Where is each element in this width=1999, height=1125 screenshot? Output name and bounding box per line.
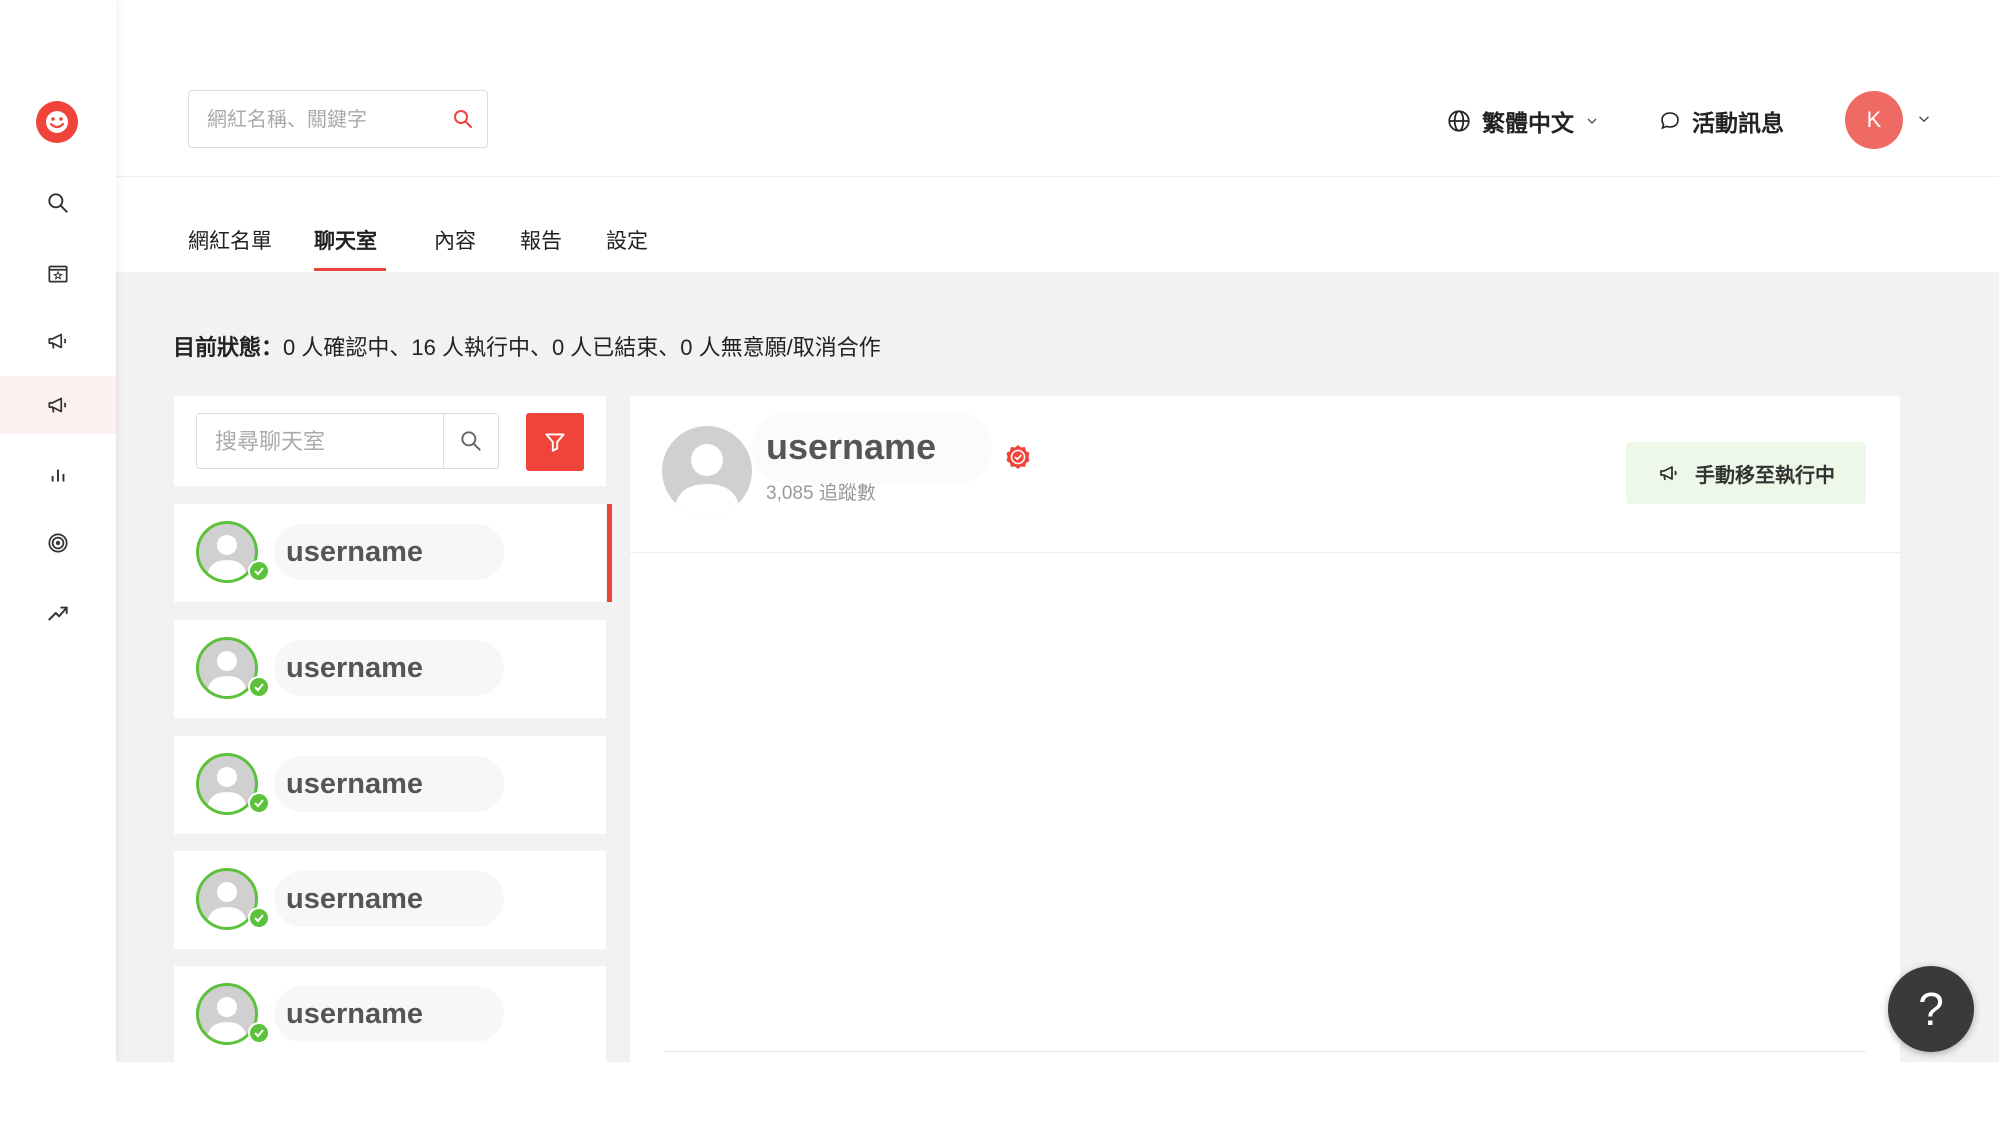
- chat-username: username: [274, 524, 504, 580]
- follower-count: 3,085 追蹤數: [766, 483, 876, 504]
- sidebar-item-analytics[interactable]: [0, 446, 116, 504]
- sidebar-item-trend[interactable]: [0, 584, 116, 642]
- chevron-down-icon: [1587, 118, 1597, 124]
- chat-search-bar: [174, 396, 606, 486]
- search-icon: [48, 193, 68, 213]
- sidebar-item-campaigns[interactable]: [0, 312, 116, 370]
- chat-username: username: [274, 640, 504, 696]
- language-selector[interactable]: 繁體中文: [1446, 104, 1600, 138]
- megaphone-icon: [1660, 466, 1677, 481]
- sidebar: [0, 0, 116, 1062]
- tab-influencer-list[interactable]: 網紅名單: [188, 225, 272, 255]
- bottom-margin: [0, 1062, 1999, 1125]
- tab-report[interactable]: 報告: [520, 225, 562, 255]
- avatar: [662, 426, 752, 516]
- influencer-name: username: [766, 426, 937, 467]
- verified-check-icon: [248, 1022, 270, 1044]
- chat-list-item[interactable]: username: [174, 851, 606, 949]
- active-tab-indicator: [314, 268, 386, 271]
- bar-chart-icon: [51, 469, 65, 482]
- chat-detail-header: username 3,085 追蹤數 手動移至執行中: [630, 396, 1900, 553]
- status-text: 0 人確認中、16 人執行中、0 人已結束、0 人無意願/取消合作: [283, 335, 881, 360]
- chat-list-item[interactable]: username: [174, 966, 606, 1062]
- verified-check-icon: [248, 792, 270, 814]
- help-button[interactable]: ?: [1888, 966, 1974, 1052]
- status-label: 目前狀態：: [173, 335, 284, 360]
- user-placeholder-icon: [674, 444, 740, 516]
- status-summary: 目前狀態：0 人確認中、16 人執行中、0 人已結束、0 人無意願/取消合作: [173, 330, 881, 362]
- user-avatar[interactable]: K: [1845, 91, 1903, 149]
- logo-icon[interactable]: [36, 101, 78, 143]
- user-placeholder-icon: [207, 535, 247, 580]
- user-placeholder-icon: [207, 997, 247, 1042]
- chevron-down-icon[interactable]: [1915, 110, 1933, 128]
- chat-list-item[interactable]: username: [174, 504, 612, 602]
- sidebar-item-search[interactable]: [0, 174, 116, 232]
- user-placeholder-icon: [207, 767, 247, 812]
- move-to-active-button[interactable]: 手動移至執行中: [1626, 442, 1866, 504]
- chat-detail-panel: username 3,085 追蹤數 手動移至執行中: [630, 396, 1900, 1062]
- tab-chatroom[interactable]: 聊天室: [314, 225, 377, 255]
- chat-list-item[interactable]: username: [174, 620, 606, 718]
- target-icon: [48, 533, 68, 553]
- sidebar-item-target[interactable]: [0, 514, 116, 572]
- chat-search-input[interactable]: [213, 414, 437, 470]
- main-content: 目前狀態：0 人確認中、16 人執行中、0 人已結束、0 人無意願/取消合作 搜…: [116, 272, 1999, 1062]
- move-to-active-label: 手動移至執行中: [1695, 464, 1835, 487]
- verified-check-icon: [248, 676, 270, 698]
- activity-messages-button[interactable]: 活動訊息: [1658, 104, 1784, 138]
- user-placeholder-icon: [207, 651, 247, 696]
- tab-settings[interactable]: 設定: [606, 225, 648, 255]
- verified-badge-icon: [1006, 445, 1030, 469]
- filter-icon: [545, 433, 565, 452]
- divider: [664, 1051, 1866, 1052]
- global-search[interactable]: [188, 90, 488, 149]
- chat-bubble-icon: [1661, 112, 1679, 130]
- tab-bar: 網紅名單 聊天室 內容 報告 設定: [116, 177, 1999, 272]
- filter-button[interactable]: [526, 413, 584, 471]
- sidebar-item-campaigns-active[interactable]: [0, 376, 116, 434]
- sidebar-item-store[interactable]: [0, 244, 116, 302]
- megaphone-icon: [48, 333, 67, 349]
- chat-list-item[interactable]: username: [174, 736, 606, 834]
- search-icon: [461, 431, 481, 451]
- chat-username: username: [274, 756, 504, 812]
- chat-username: username: [274, 871, 504, 927]
- app-window: 繁體中文 活動訊息 K 網紅名單 聊天室 內容 報告 設定 目前狀態：0 人確認…: [0, 0, 1999, 1062]
- global-search-input[interactable]: [205, 91, 439, 149]
- chat-username: username: [274, 986, 504, 1042]
- chat-search-field[interactable]: [196, 413, 444, 470]
- verified-check-icon: [248, 560, 270, 582]
- store-star-icon: [48, 265, 68, 283]
- language-label: 繁體中文: [1482, 110, 1574, 136]
- tab-content[interactable]: 內容: [434, 225, 476, 255]
- trend-up-icon: [48, 606, 68, 621]
- globe-icon: [1448, 110, 1470, 132]
- verified-check-icon: [248, 907, 270, 929]
- search-icon[interactable]: [451, 107, 475, 131]
- top-header: 繁體中文 活動訊息 K: [116, 60, 1999, 177]
- activity-messages-label: 活動訊息: [1692, 110, 1784, 136]
- user-placeholder-icon: [207, 882, 247, 927]
- megaphone-icon: [48, 397, 67, 413]
- chat-search-button[interactable]: [443, 413, 499, 469]
